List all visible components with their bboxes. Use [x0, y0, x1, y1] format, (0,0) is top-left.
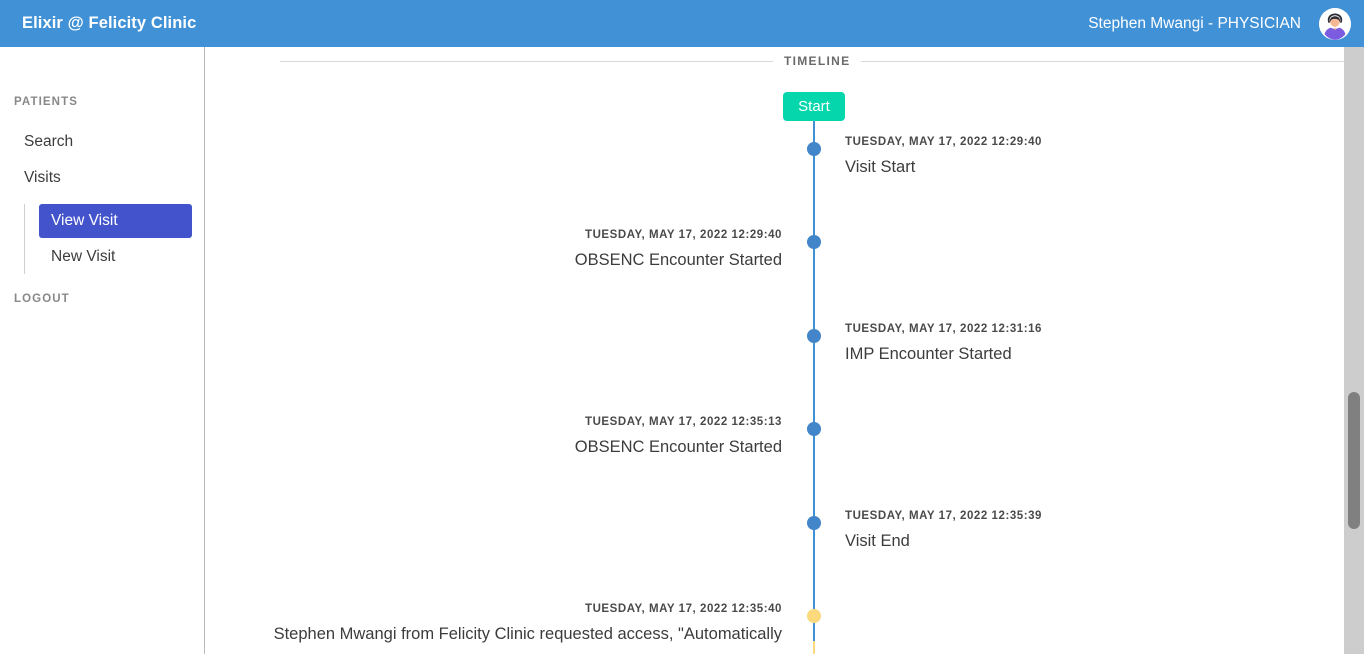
timeline-event-text: Stephen Mwangi from Felicity Clinic requ… — [273, 625, 782, 643]
timeline-event-text: OBSENC Encounter Started — [574, 251, 782, 269]
sidebar-item-search[interactable]: Search — [24, 132, 73, 152]
timeline-dot-icon — [807, 329, 821, 343]
timeline-event-body: TUESDAY, MAY 17, 2022 12:29:40 OBSENC En… — [206, 229, 782, 271]
sidebar-item-visits[interactable]: Visits — [24, 168, 61, 188]
timeline-dot-icon — [807, 422, 821, 436]
timeline-dot-icon — [807, 235, 821, 249]
timeline-event-text: IMP Encounter Started — [845, 345, 1012, 363]
timeline-spine-amber — [813, 641, 815, 654]
timeline-event-timestamp: TUESDAY, MAY 17, 2022 12:31:16 — [845, 323, 1042, 335]
timeline-event-text: OBSENC Encounter Started — [574, 438, 782, 456]
timeline-divider-right — [861, 60, 1344, 62]
timeline-event-timestamp: TUESDAY, MAY 17, 2022 12:35:13 — [585, 416, 782, 428]
current-user-label: Stephen Mwangi - PHYSICIAN — [1088, 14, 1301, 32]
sidebar-section-patients: PATIENTS — [14, 96, 78, 108]
sidebar-nav: PATIENTS Search Visits View Visit New Vi… — [0, 47, 205, 654]
sidebar-section-logout[interactable]: LOGOUT — [14, 293, 70, 305]
timeline-start-button[interactable]: Start — [783, 92, 845, 121]
vertical-scrollbar-thumb[interactable] — [1348, 392, 1360, 529]
sidebar-item-new-visit[interactable]: New Visit — [39, 240, 192, 274]
timeline-title: TIMELINE — [784, 54, 851, 68]
timeline-event-body: TUESDAY, MAY 17, 2022 12:31:16 IMP Encou… — [845, 323, 1315, 365]
vertical-scrollbar-track[interactable] — [1344, 47, 1364, 654]
sidebar-item-view-visit[interactable]: View Visit — [39, 204, 192, 238]
timeline-event-body: TUESDAY, MAY 17, 2022 12:29:40 Visit Sta… — [845, 136, 1315, 178]
timeline-spine — [813, 121, 815, 641]
user-avatar-icon[interactable] — [1319, 7, 1351, 40]
app-brand-title: Elixir @ Felicity Clinic — [22, 14, 197, 32]
timeline-dot-icon — [807, 609, 821, 623]
timeline-event-timestamp: TUESDAY, MAY 17, 2022 12:35:39 — [845, 510, 1042, 522]
timeline-event-timestamp: TUESDAY, MAY 17, 2022 12:35:40 — [585, 603, 782, 615]
timeline-section-header: TIMELINE — [280, 50, 1344, 72]
timeline-event-body: TUESDAY, MAY 17, 2022 12:35:13 OBSENC En… — [206, 416, 782, 458]
timeline-event-text: Visit Start — [845, 158, 916, 176]
timeline-divider-left — [280, 60, 773, 62]
sidebar-subnav-visits: View Visit New Visit — [24, 204, 192, 274]
timeline-event-timestamp: TUESDAY, MAY 17, 2022 12:29:40 — [845, 136, 1042, 148]
top-header-bar: Elixir @ Felicity Clinic Stephen Mwangi … — [0, 0, 1364, 47]
timeline-dot-icon — [807, 516, 821, 530]
timeline-event-body: TUESDAY, MAY 17, 2022 12:35:39 Visit End — [845, 510, 1315, 552]
main-content-timeline: TIMELINE Start TUESDAY, MAY 17, 2022 12:… — [206, 47, 1344, 654]
header-user-area: Stephen Mwangi - PHYSICIAN — [1088, 7, 1351, 40]
timeline-dot-icon — [807, 142, 821, 156]
timeline-event-timestamp: TUESDAY, MAY 17, 2022 12:29:40 — [585, 229, 782, 241]
timeline-event-body: TUESDAY, MAY 17, 2022 12:35:40 Stephen M… — [206, 603, 782, 645]
timeline-event-text: Visit End — [845, 532, 910, 550]
